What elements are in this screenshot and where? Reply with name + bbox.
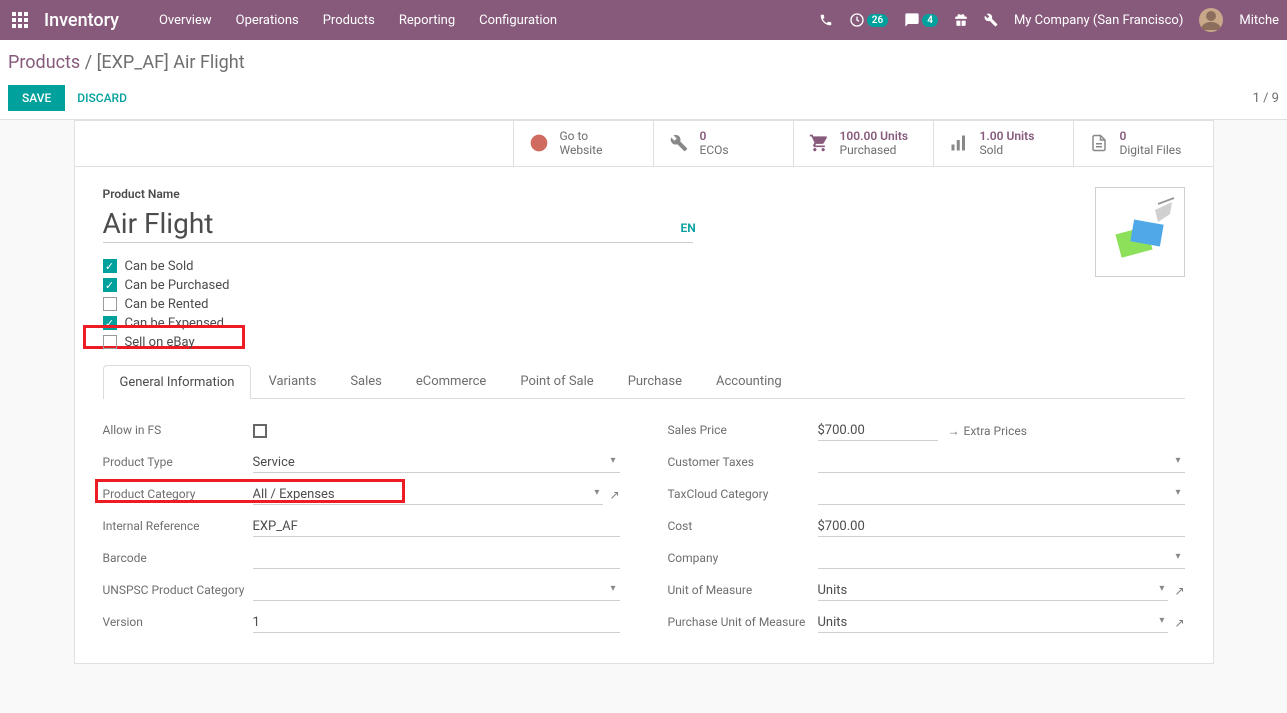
form-sheet: Go toWebsite 0ECOs 100.00 UnitsPurchased…: [74, 120, 1214, 664]
stat-ecos[interactable]: 0ECOs: [653, 121, 793, 166]
tab-sales[interactable]: Sales: [333, 364, 399, 398]
check-sell-on-ebay[interactable]: [103, 335, 117, 349]
breadcrumb: Products / [EXP_AF] Air Flight: [0, 40, 1287, 77]
version-input[interactable]: [253, 613, 620, 633]
sales-price-input[interactable]: [818, 421, 938, 441]
bars-icon: [948, 132, 970, 154]
nav-overview[interactable]: Overview: [159, 13, 212, 28]
tab-point-of-sale[interactable]: Point of Sale: [503, 364, 610, 398]
company-select[interactable]: [818, 549, 1185, 569]
nav-configuration[interactable]: Configuration: [479, 13, 557, 28]
external-link-icon[interactable]: ↗: [1174, 616, 1184, 630]
phone-icon[interactable]: [819, 13, 833, 27]
check-can-be-sold[interactable]: [103, 259, 117, 273]
internal-reference-input[interactable]: [253, 517, 620, 537]
messages-badge: 4: [922, 14, 938, 27]
customer-taxes-select[interactable]: [818, 453, 1185, 473]
top-navbar: Inventory Overview Operations Products R…: [0, 0, 1287, 40]
uom-select[interactable]: [818, 581, 1169, 601]
extra-prices-link[interactable]: →Extra Prices: [948, 424, 1027, 438]
app-brand[interactable]: Inventory: [44, 10, 119, 31]
product-name-label: Product Name: [103, 187, 1185, 201]
globe-icon: [528, 132, 550, 154]
username[interactable]: Mitche: [1239, 13, 1279, 28]
purchase-uom-select[interactable]: [818, 613, 1169, 633]
user-avatar[interactable]: [1199, 8, 1223, 32]
apps-icon[interactable]: [8, 8, 32, 32]
tools-icon[interactable]: [984, 13, 998, 27]
breadcrumb-current: [EXP_AF] Air Flight: [97, 52, 245, 73]
stat-website[interactable]: Go toWebsite: [513, 121, 653, 166]
breadcrumb-root[interactable]: Products: [8, 52, 80, 73]
external-link-icon[interactable]: ↗: [609, 488, 619, 502]
messages-icon[interactable]: 4: [904, 12, 938, 28]
tab-ecommerce[interactable]: eCommerce: [399, 364, 503, 398]
stat-bar: Go toWebsite 0ECOs 100.00 UnitsPurchased…: [75, 121, 1213, 167]
external-link-icon[interactable]: ↗: [1174, 584, 1184, 598]
stat-sold[interactable]: 1.00 UnitsSold: [933, 121, 1073, 166]
tabs: General Information Variants Sales eComm…: [103, 364, 1185, 399]
nav-products[interactable]: Products: [323, 13, 375, 28]
company-selector[interactable]: My Company (San Francisco): [1014, 13, 1183, 28]
save-button[interactable]: SAVE: [8, 85, 65, 111]
discard-button[interactable]: DISCARD: [77, 91, 127, 105]
cost-input[interactable]: [818, 517, 1185, 537]
tab-general-information[interactable]: General Information: [103, 365, 252, 399]
arrow-right-icon: →: [948, 424, 960, 438]
file-icon: [1088, 132, 1110, 154]
nav-reporting[interactable]: Reporting: [399, 13, 455, 28]
check-can-be-purchased[interactable]: [103, 278, 117, 292]
barcode-input[interactable]: [253, 549, 620, 569]
stat-purchased[interactable]: 100.00 UnitsPurchased: [793, 121, 933, 166]
pager[interactable]: 1 / 9: [1253, 91, 1279, 106]
activities-icon[interactable]: 26: [849, 12, 888, 28]
gift-icon[interactable]: [954, 13, 968, 27]
product-type-select[interactable]: [253, 453, 620, 473]
unspsc-select[interactable]: [253, 581, 620, 601]
tab-variants[interactable]: Variants: [251, 364, 333, 398]
nav-menu: Overview Operations Products Reporting C…: [159, 13, 557, 28]
nav-operations[interactable]: Operations: [236, 13, 299, 28]
cart-icon: [808, 132, 830, 154]
tab-purchase[interactable]: Purchase: [611, 364, 699, 398]
activities-badge: 26: [867, 14, 888, 27]
product-name-input[interactable]: [103, 205, 693, 243]
control-bar: Products / [EXP_AF] Air Flight SAVE DISC…: [0, 40, 1287, 120]
taxcloud-select[interactable]: [818, 485, 1185, 505]
check-can-be-expensed[interactable]: [103, 316, 117, 330]
wrench-icon: [668, 132, 690, 154]
stat-digital-files[interactable]: 0Digital Files: [1073, 121, 1213, 166]
lang-button[interactable]: EN: [681, 221, 696, 235]
allow-fs-checkbox[interactable]: [253, 424, 267, 438]
product-category-select[interactable]: [253, 485, 604, 505]
tab-accounting[interactable]: Accounting: [699, 364, 799, 398]
check-can-be-rented[interactable]: [103, 297, 117, 311]
